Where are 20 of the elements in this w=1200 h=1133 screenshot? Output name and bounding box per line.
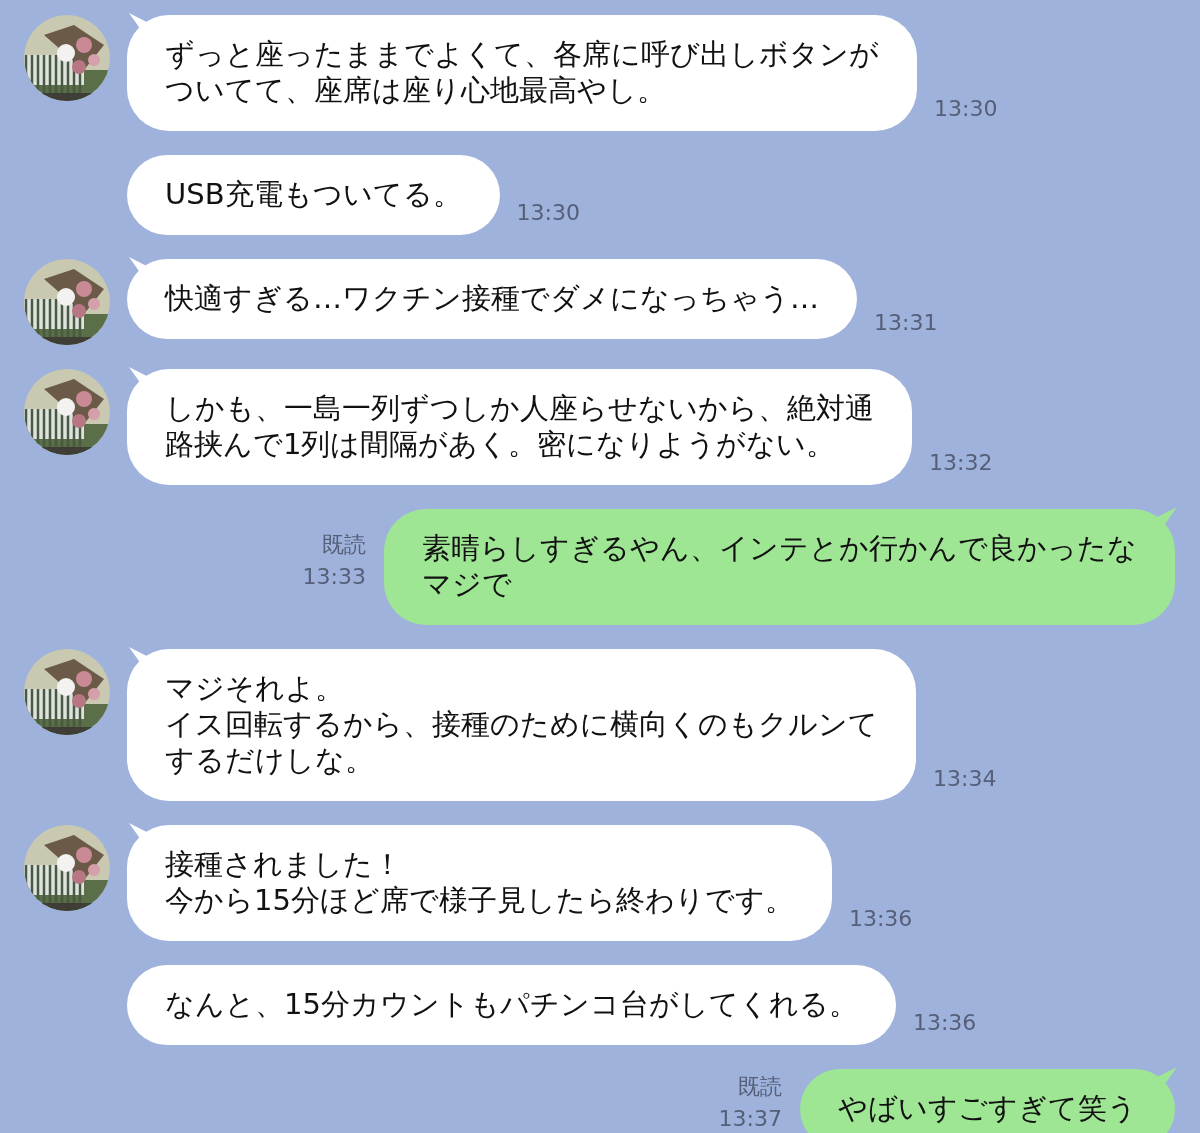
read-receipt: 既読: [738, 1073, 782, 1101]
timestamp: 13:36: [848, 906, 913, 931]
message-bubble: やばいすごすぎて笑う: [800, 1069, 1175, 1133]
message-bubble: 素晴らしすぎるやん、インテとか行かんで良かったな マジで: [384, 509, 1175, 625]
timestamp: 13:31: [874, 310, 938, 335]
message-bubble: なんと、15分カウントもパチンコ台がしてくれる。: [127, 965, 896, 1045]
message-bubble: 快適すぎる…ワクチン接種でダメになっちゃう…: [127, 259, 857, 339]
message-bubble: マジそれよ。 イス回転するから、接種のために横向くのもクルンて するだけしな。: [127, 649, 916, 801]
timestamp: 13:34: [933, 766, 997, 791]
read-receipt: 既読: [322, 531, 366, 559]
message-bubble: ずっと座ったままでよくて、各席に呼び出しボタンが ついてて、座席は座り心地最高やし。: [127, 15, 917, 131]
message-bubble: 接種されました！ 今から15分ほど席で様子見したら終わりです。: [127, 825, 832, 941]
timestamp: 13:32: [929, 450, 993, 475]
timestamp: 13:30: [934, 96, 998, 121]
timestamp: 13:33: [302, 563, 366, 591]
timestamp: 13:36: [912, 1010, 977, 1035]
timestamp: 13:30: [516, 200, 580, 225]
message-bubble: しかも、一島一列ずつしか人座らせないから、絶対通 路挟んで1列は間隔があく。密になりようがない。: [127, 369, 912, 485]
timestamp: 13:37: [718, 1105, 782, 1133]
message-bubble: USB充電もついてる。: [127, 155, 500, 235]
